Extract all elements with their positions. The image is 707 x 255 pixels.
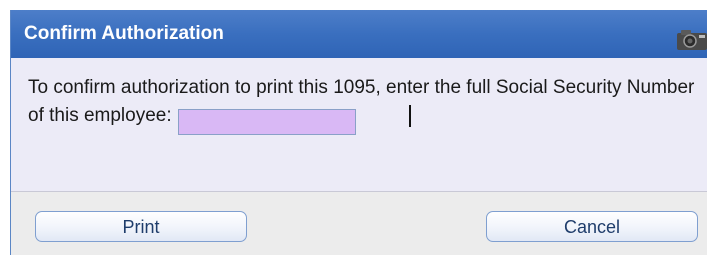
dialog-message: To confirm authorization to print this 1… xyxy=(28,74,698,135)
camera-icon[interactable] xyxy=(675,28,707,50)
ssn-input[interactable] xyxy=(177,109,356,135)
dialog-footer: Print Cancel xyxy=(11,192,707,255)
confirm-authorization-dialog: Confirm Authorization To confirm authori… xyxy=(10,10,707,255)
dialog-title: Confirm Authorization xyxy=(24,23,224,44)
message-text: To confirm authorization to print this 1… xyxy=(28,77,695,126)
text-caret xyxy=(409,105,411,127)
cancel-button[interactable]: Cancel xyxy=(486,211,698,242)
print-button[interactable]: Print xyxy=(35,211,247,242)
dialog-titlebar: Confirm Authorization xyxy=(11,10,707,58)
dialog-body: To confirm authorization to print this 1… xyxy=(11,58,707,192)
